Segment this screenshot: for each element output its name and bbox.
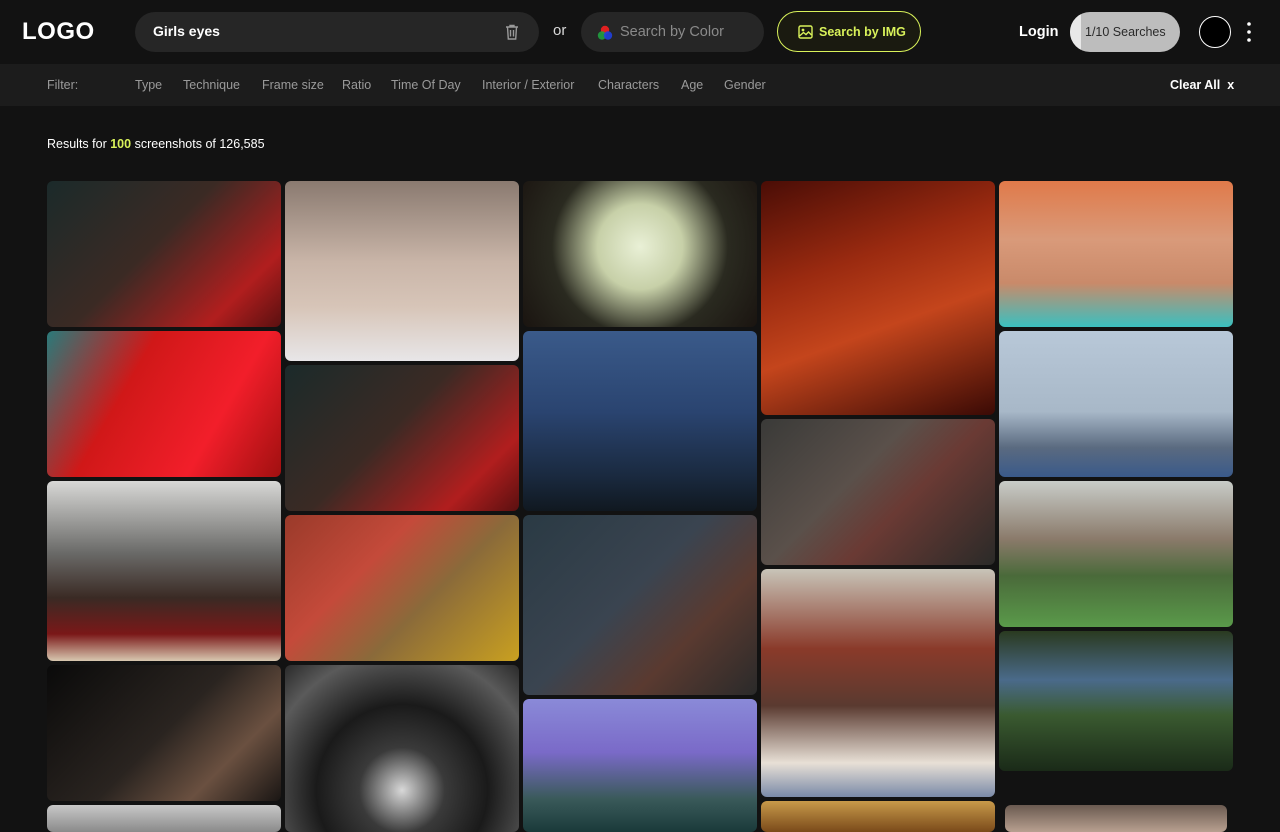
searches-progress-fill — [1070, 12, 1081, 52]
result-tile[interactable] — [999, 181, 1233, 327]
trash-icon[interactable] — [503, 23, 521, 41]
search-by-image-button[interactable]: Search by IMG — [777, 11, 921, 52]
result-tile[interactable] — [999, 331, 1233, 477]
result-tile[interactable] — [999, 631, 1233, 771]
more-options-icon[interactable] — [1243, 20, 1255, 44]
result-tile[interactable] — [523, 181, 757, 327]
result-tile[interactable] — [47, 181, 281, 327]
result-tile[interactable] — [523, 515, 757, 695]
result-tile[interactable] — [761, 419, 995, 565]
login-link[interactable]: Login — [1019, 24, 1058, 40]
results-suffix: screenshots of 126,585 — [134, 137, 265, 151]
filter-ratio[interactable]: Ratio — [342, 78, 371, 92]
filter-type[interactable]: Type — [135, 78, 162, 92]
clear-all-button[interactable]: Clear All x — [1170, 78, 1234, 92]
color-wheel-icon — [597, 25, 613, 40]
searches-counter: 1/10 Searches — [1070, 12, 1180, 52]
color-search-button[interactable]: Search by Color — [581, 12, 764, 52]
result-tile[interactable] — [523, 331, 757, 511]
results-count: 100 — [110, 137, 132, 151]
result-tile[interactable] — [761, 569, 995, 797]
filter-characters[interactable]: Characters — [598, 78, 659, 92]
result-tile[interactable] — [285, 665, 519, 832]
results-prefix: Results for — [47, 137, 107, 151]
clear-all-x: x — [1227, 78, 1235, 92]
filter-frame-size[interactable]: Frame size — [262, 78, 324, 92]
logo[interactable]: LOGO — [22, 18, 95, 46]
result-tile[interactable] — [999, 481, 1233, 627]
filter-time-of-day[interactable]: Time Of Day — [391, 78, 461, 92]
filter-technique[interactable]: Technique — [183, 78, 240, 92]
image-icon — [798, 25, 813, 39]
filter-bar: Filter: Type Technique Frame size Ratio … — [0, 64, 1280, 106]
avatar[interactable] — [1199, 16, 1231, 48]
result-tile[interactable] — [47, 331, 281, 477]
result-tile[interactable] — [285, 181, 519, 361]
header: LOGO or Search by Color Search by IMG Lo… — [0, 0, 1280, 64]
filter-label: Filter: — [47, 78, 79, 92]
filter-interior-exterior[interactable]: Interior / Exterior — [482, 78, 574, 92]
result-tile[interactable] — [523, 699, 757, 832]
or-separator: or — [553, 22, 567, 39]
result-tile[interactable] — [47, 481, 281, 661]
color-search-placeholder: Search by Color — [620, 24, 724, 40]
search-by-image-label: Search by IMG — [819, 25, 906, 39]
searches-counter-label: 1/10 Searches — [1085, 25, 1166, 39]
result-tile[interactable] — [1005, 805, 1227, 832]
clear-all-label: Clear All — [1170, 78, 1221, 92]
result-tile[interactable] — [285, 365, 519, 511]
search-bar[interactable] — [135, 12, 539, 52]
search-input[interactable] — [153, 23, 493, 39]
result-tile[interactable] — [47, 665, 281, 801]
result-tile[interactable] — [761, 181, 995, 415]
filter-gender[interactable]: Gender — [724, 78, 766, 92]
result-tile[interactable] — [761, 801, 995, 832]
result-tile[interactable] — [47, 805, 281, 832]
result-tile[interactable] — [285, 515, 519, 661]
results-summary: Results for 100 screenshots of 126,585 — [47, 137, 265, 151]
filter-age[interactable]: Age — [681, 78, 703, 92]
